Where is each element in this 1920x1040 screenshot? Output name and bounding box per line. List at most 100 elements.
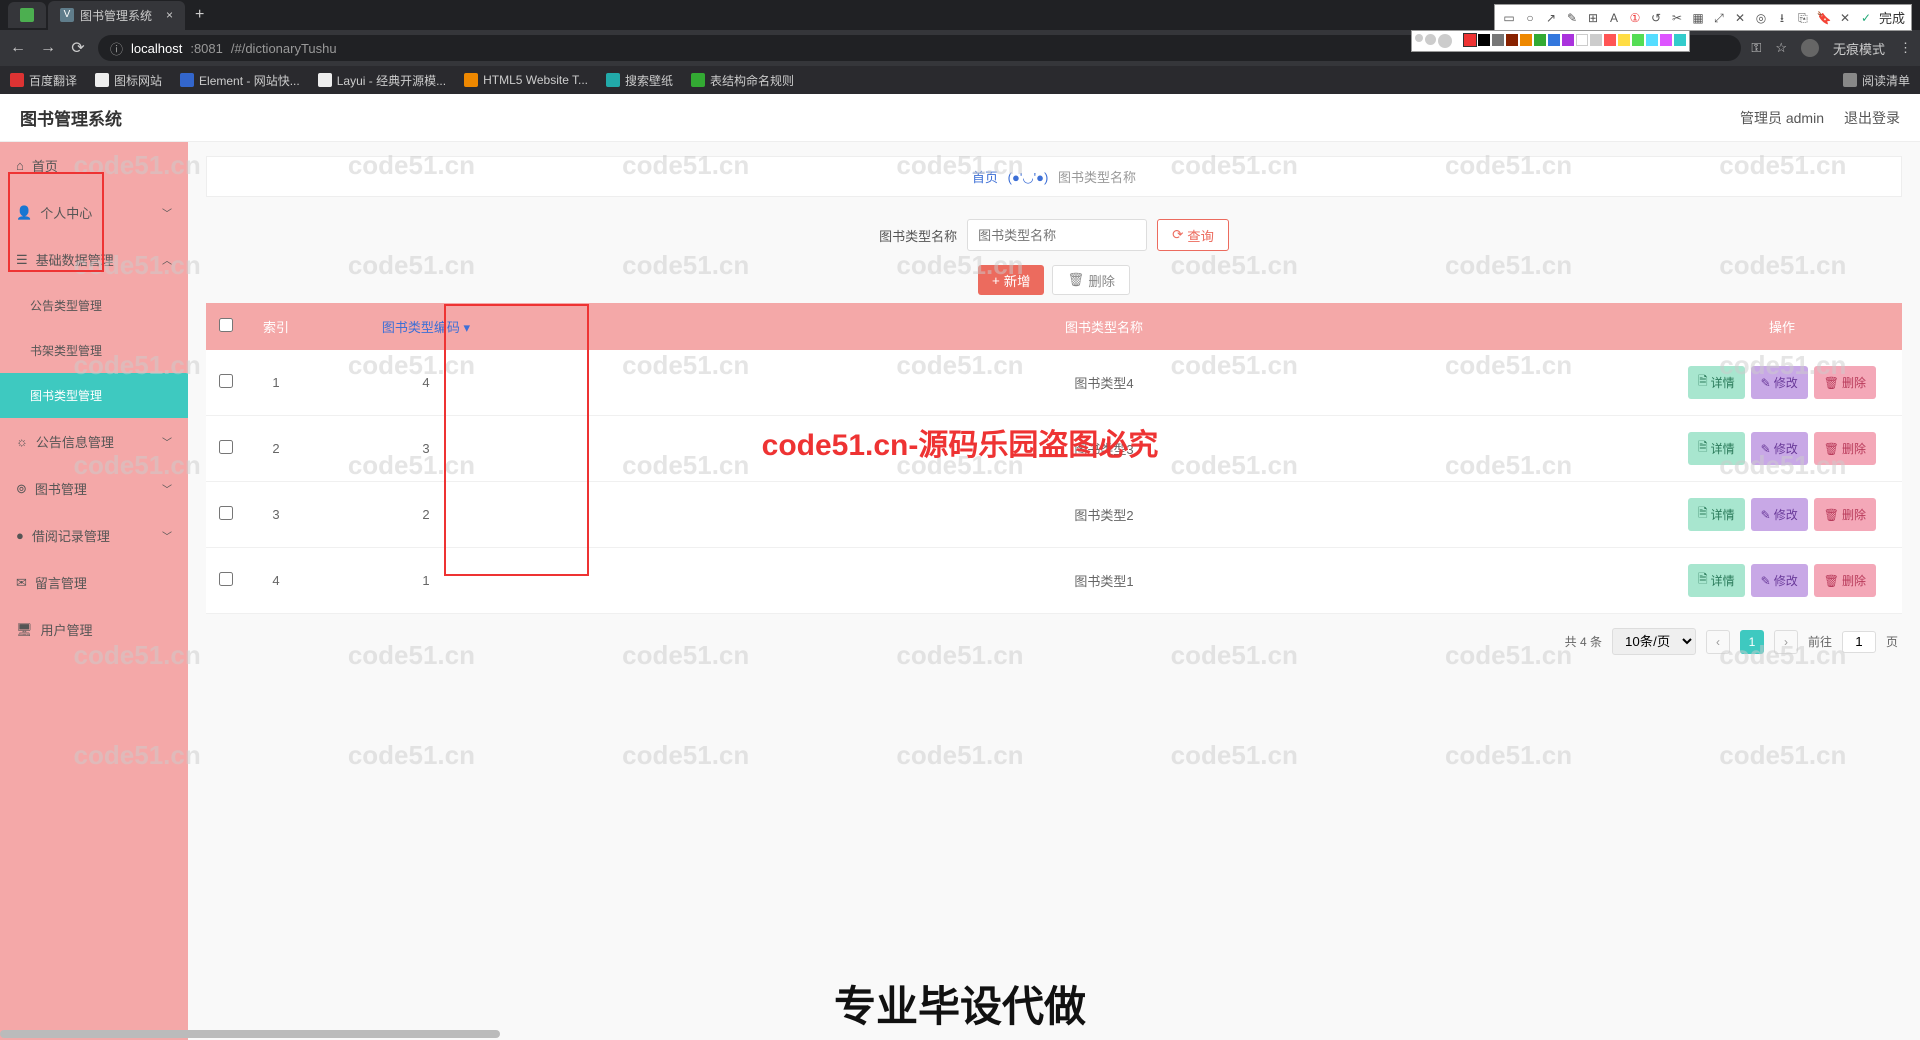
mosaic-icon[interactable]: ▦ xyxy=(1690,10,1706,26)
sidebar-item-book-type[interactable]: 图书类型管理 xyxy=(0,373,188,418)
color-lpurple[interactable] xyxy=(1660,34,1672,46)
rect-icon[interactable]: ▭ xyxy=(1501,10,1517,26)
col-code[interactable]: 图书类型编码 ▾ xyxy=(306,303,546,350)
color-purple[interactable] xyxy=(1562,34,1574,46)
color-brown[interactable] xyxy=(1506,34,1518,46)
arrow-icon[interactable]: ↗ xyxy=(1543,10,1559,26)
sidebar-item-borrow-mgmt[interactable]: ● 借阅记录管理 ﹀ xyxy=(0,512,188,559)
expand-icon[interactable]: ⤢ xyxy=(1711,10,1727,26)
page-size-select[interactable]: 10条/页 xyxy=(1612,628,1696,655)
monitor-icon: 🖥 xyxy=(16,622,33,638)
row-checkbox[interactable] xyxy=(219,440,233,454)
pen-icon[interactable]: ✎ xyxy=(1564,10,1580,26)
annotation-toolbar: ▭ ○ ↗ ✎ ⊞ A ① ↺ ✂ ▦ ⤢ ✕ ◎ ⭳ ⎘ 🔖 ✕ ✓ 完成 xyxy=(1494,4,1912,31)
color-orange[interactable] xyxy=(1520,34,1532,46)
sidebar-item-basic-data[interactable]: ☰ 基础数据管理 ︿ xyxy=(0,236,188,283)
detail-button[interactable]: 🗎详情 xyxy=(1688,366,1745,399)
bookmark-5[interactable]: 搜索壁纸 xyxy=(606,72,673,89)
user-label[interactable]: 管理员 admin xyxy=(1740,108,1824,128)
size-dot-large[interactable] xyxy=(1438,34,1452,48)
bookmark-4[interactable]: HTML5 Website T... xyxy=(464,73,588,87)
color-gray[interactable] xyxy=(1492,34,1504,46)
back-button[interactable]: ← xyxy=(8,39,28,57)
text-icon[interactable]: A xyxy=(1606,10,1622,26)
sidebar-item-notice-mgmt[interactable]: ☼ 公告信息管理 ﹀ xyxy=(0,418,188,465)
breadcrumb-home[interactable]: 首页 xyxy=(972,170,998,185)
sidebar-item-home[interactable]: ⌂ 首页 xyxy=(0,142,188,189)
sidebar-item-message-mgmt[interactable]: ✉ 留言管理 xyxy=(0,559,188,606)
delete-button[interactable]: 🗑删除 xyxy=(1814,432,1876,465)
edit-button[interactable]: ✎修改 xyxy=(1751,366,1808,399)
delete-button[interactable]: 🗑删除 xyxy=(1814,564,1876,597)
bookmark-0[interactable]: 百度翻译 xyxy=(10,72,77,89)
delete-button[interactable]: 🗑删除 xyxy=(1814,366,1876,399)
bookmark-1[interactable]: 图标网站 xyxy=(95,72,162,89)
row-checkbox[interactable] xyxy=(219,572,233,586)
record-icon[interactable]: ◎ xyxy=(1753,10,1769,26)
page-number-1[interactable]: 1 xyxy=(1740,630,1764,654)
tab-close-icon[interactable]: × xyxy=(166,8,173,22)
color-red[interactable] xyxy=(1464,34,1476,46)
color-lgreen[interactable] xyxy=(1632,34,1644,46)
number-icon[interactable]: ① xyxy=(1627,10,1643,26)
reload-button[interactable]: ⟳ xyxy=(68,38,88,58)
annotation-color-picker xyxy=(1411,30,1690,52)
row-checkbox[interactable] xyxy=(219,374,233,388)
select-all-checkbox[interactable] xyxy=(219,318,233,332)
copy-icon[interactable]: ⎘ xyxy=(1795,10,1811,26)
star-icon[interactable]: ☆ xyxy=(1775,40,1787,56)
page-goto-input[interactable] xyxy=(1842,631,1876,653)
color-lgray[interactable] xyxy=(1590,34,1602,46)
key-icon[interactable]: ⚿ xyxy=(1751,40,1761,56)
size-dot-small[interactable] xyxy=(1415,34,1423,42)
search-button[interactable]: ⟳ 查询 xyxy=(1157,219,1229,251)
page-next-button[interactable]: › xyxy=(1774,630,1798,654)
color-lred[interactable] xyxy=(1604,34,1616,46)
sidebar-item-shelf-type[interactable]: 书架类型管理 xyxy=(0,328,188,373)
bookmark-reading-list[interactable]: 阅读清单 xyxy=(1843,72,1910,89)
crop-icon[interactable]: ✂ xyxy=(1669,10,1685,26)
sidebar-item-profile[interactable]: 👤 个人中心 ﹀ xyxy=(0,189,188,236)
browser-tab-0[interactable] xyxy=(8,2,46,28)
detail-button[interactable]: 🗎详情 xyxy=(1688,564,1745,597)
finish-button[interactable]: ✓ xyxy=(1858,10,1874,26)
new-tab-button[interactable]: + xyxy=(187,2,212,28)
delete-button[interactable]: 🗑删除 xyxy=(1814,498,1876,531)
color-green[interactable] xyxy=(1534,34,1546,46)
plus-icon[interactable]: ⊞ xyxy=(1585,10,1601,26)
bookmark-6[interactable]: 表结构命名规则 xyxy=(691,72,794,89)
search-input[interactable] xyxy=(967,219,1147,251)
color-blue[interactable] xyxy=(1548,34,1560,46)
logout-button[interactable]: 退出登录 xyxy=(1844,108,1900,128)
download-icon[interactable]: ⭳ xyxy=(1774,10,1790,26)
bookmark-3[interactable]: Layui - 经典开源模... xyxy=(318,72,446,89)
menu-icon[interactable]: ⋮ xyxy=(1899,40,1912,56)
close-icon[interactable]: ✕ xyxy=(1837,10,1853,26)
sidebar-item-notice-type[interactable]: 公告类型管理 xyxy=(0,283,188,328)
batch-delete-button[interactable]: 🗑 删除 xyxy=(1052,265,1130,295)
color-cyan[interactable] xyxy=(1674,34,1686,46)
edit-button[interactable]: ✎修改 xyxy=(1751,432,1808,465)
color-lblue[interactable] xyxy=(1646,34,1658,46)
bookmark-icon[interactable]: 🔖 xyxy=(1816,10,1832,26)
color-white[interactable] xyxy=(1576,34,1588,46)
forward-button[interactable]: → xyxy=(38,39,58,57)
color-black[interactable] xyxy=(1478,34,1490,46)
undo-icon[interactable]: ↺ xyxy=(1648,10,1664,26)
browser-tab-1[interactable]: V 图书管理系统 × xyxy=(48,1,185,30)
circle-icon[interactable]: ○ xyxy=(1522,10,1538,26)
size-dot-med[interactable] xyxy=(1425,34,1436,45)
detail-button[interactable]: 🗎详情 xyxy=(1688,498,1745,531)
bookmark-2[interactable]: Element - 网站快... xyxy=(180,72,300,89)
add-button[interactable]: + 新增 xyxy=(978,265,1044,295)
edit-button[interactable]: ✎修改 xyxy=(1751,498,1808,531)
edit-button[interactable]: ✎修改 xyxy=(1751,564,1808,597)
color-yellow[interactable] xyxy=(1618,34,1630,46)
sidebar-item-book-mgmt[interactable]: ⊚ 图书管理 ﹀ xyxy=(0,465,188,512)
page-prev-button[interactable]: ‹ xyxy=(1706,630,1730,654)
horizontal-scrollbar[interactable] xyxy=(0,1030,500,1038)
detail-button[interactable]: 🗎详情 xyxy=(1688,432,1745,465)
pin-icon[interactable]: ✕ xyxy=(1732,10,1748,26)
sidebar-item-user-mgmt[interactable]: 🖥 用户管理 xyxy=(0,606,188,653)
row-checkbox[interactable] xyxy=(219,506,233,520)
